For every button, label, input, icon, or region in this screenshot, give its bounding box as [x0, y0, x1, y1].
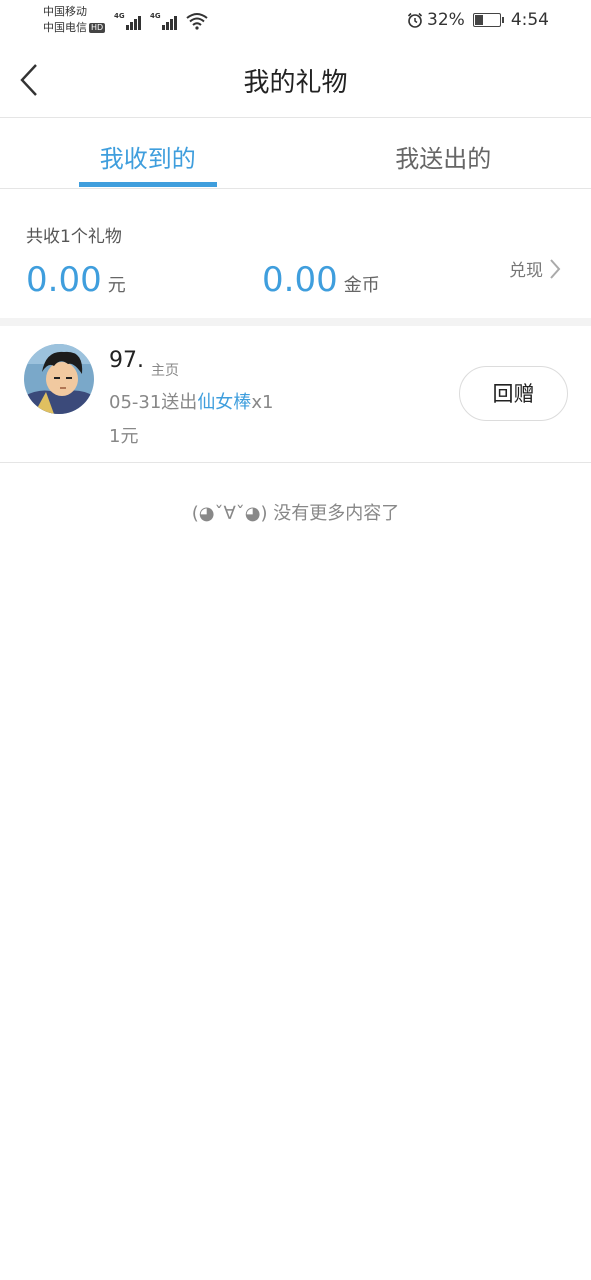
carrier-1: 中国移动 — [43, 5, 87, 18]
gift-list-item: 97. 主页 05-31送出仙女棒x1 1元 回赠 — [0, 326, 591, 463]
hd-badge: HD — [89, 23, 106, 33]
tab-received-label: 我收到的 — [99, 145, 196, 173]
nav-bar: 我的礼物 — [0, 40, 591, 118]
coin-value: 0.00 — [262, 260, 338, 300]
carrier-2: 中国电信 — [43, 21, 87, 34]
status-bar: 中国移动 中国电信 HD 4G 4G 32% 4:54 — [0, 0, 591, 40]
coin-unit: 金币 — [343, 275, 380, 296]
money-unit: 元 — [107, 275, 126, 296]
gift-quantity: x1 — [251, 392, 274, 413]
gift-summary: 共收1个礼物 0.00 元 0.00 金币 兑现 — [0, 190, 591, 318]
cell-signal-icon: 4G — [150, 12, 180, 30]
battery-icon — [472, 13, 504, 27]
wifi-icon — [186, 13, 208, 30]
clock: 4:54 — [510, 10, 549, 30]
withdraw-label: 兑现 — [509, 261, 543, 281]
page-title: 我的礼物 — [243, 68, 348, 98]
tab-received[interactable]: 我收到的 — [0, 119, 296, 188]
tab-bar: 我收到的 我送出的 — [0, 119, 591, 189]
chevron-right-icon — [550, 258, 561, 279]
avatar[interactable] — [24, 344, 94, 414]
money-value: 0.00 — [26, 260, 102, 300]
home-link[interactable]: 主页 — [151, 360, 179, 380]
user-name[interactable]: 97. — [109, 348, 144, 373]
tab-active-indicator — [79, 182, 217, 187]
gift-description: 05-31送出仙女棒x1 — [109, 388, 273, 414]
tab-sent[interactable]: 我送出的 — [296, 119, 591, 188]
tab-sent-label: 我送出的 — [395, 145, 492, 173]
gift-count: 共收1个礼物 — [26, 227, 122, 247]
section-divider — [0, 318, 591, 326]
gift-name: 仙女棒 — [197, 392, 252, 413]
battery-percent: 32% — [427, 10, 465, 30]
alarm-icon — [407, 12, 423, 28]
withdraw-link[interactable]: 兑现 — [509, 256, 561, 281]
money-total: 0.00 元 — [26, 260, 126, 300]
no-more-content: (◕ˇ∀ˇ◕) 没有更多内容了 — [191, 503, 400, 524]
gift-price: 1元 — [109, 426, 139, 447]
carrier-info: 中国移动 中国电信 HD — [43, 4, 106, 36]
gift-date: 05-31送出 — [109, 392, 198, 413]
coin-total: 0.00 金币 — [262, 260, 380, 300]
user-avatar-image — [24, 344, 94, 414]
cell-signal-icon: 4G — [114, 12, 144, 30]
reply-gift-button[interactable]: 回赠 — [459, 366, 568, 421]
